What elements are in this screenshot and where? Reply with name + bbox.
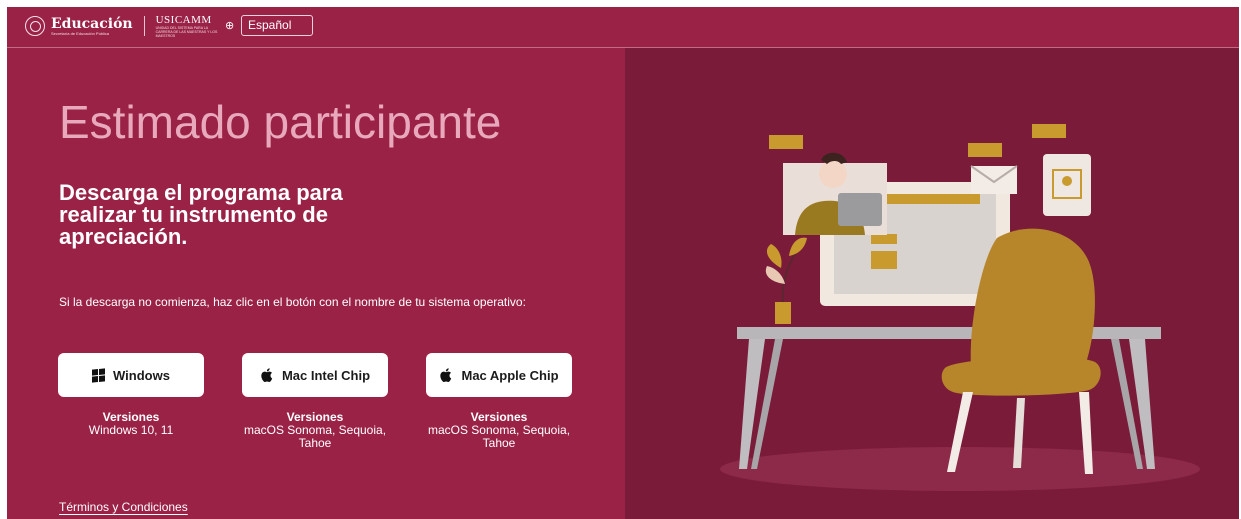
top-bar: Educación Secretaría de Educación Públic… — [7, 7, 1239, 48]
language-selector[interactable]: ⊕ Español — [225, 15, 313, 36]
mac-apple-versions: Versiones macOS Sonoma, Sequoia, Tahoe — [419, 411, 579, 450]
versions-text: Windows 10, 11 — [88, 423, 174, 437]
instructions-text: Si la descarga no comienza, haz clic en … — [59, 295, 526, 309]
terms-link[interactable]: Términos y Condiciones — [59, 500, 188, 514]
mac-apple-download-button[interactable]: Mac Apple Chip — [426, 353, 572, 397]
windows-download-button[interactable]: Windows — [58, 353, 204, 397]
mac-apple-button-label: Mac Apple Chip — [461, 367, 559, 383]
mac-intel-versions: Versiones macOS Sonoma, Sequoia, Tahoe — [235, 411, 395, 450]
windows-button-label: Windows — [113, 367, 170, 383]
desk-illustration — [720, 124, 1200, 491]
mac-intel-button-label: Mac Intel Chip — [281, 367, 371, 383]
apple-icon — [440, 368, 452, 382]
usicamm-logo-subtext: UNIDAD DEL SISTEMA PARA LA CARRERA DE LA… — [155, 26, 218, 38]
illustration-panel — [625, 48, 1239, 519]
page-title: Estimado participante — [59, 96, 502, 148]
windows-versions: Versiones Windows 10, 11 — [51, 411, 211, 437]
app-frame: Educación Secretaría de Educación Públic… — [7, 7, 1239, 519]
mac-intel-download-button[interactable]: Mac Intel Chip — [242, 353, 388, 397]
page-subtitle: Descarga el programa para realizar tu in… — [59, 180, 343, 249]
versions-text: macOS Sonoma, Sequoia, Tahoe — [427, 423, 571, 450]
logo-divider — [143, 16, 145, 36]
versions-text: macOS Sonoma, Sequoia, Tahoe — [243, 423, 387, 450]
sep-logo[interactable]: Educación Secretaría de Educación Públic… — [25, 14, 226, 38]
apple-icon — [261, 368, 273, 382]
globe-icon: ⊕ — [225, 19, 235, 32]
windows-icon — [92, 367, 106, 383]
seal-icon — [25, 16, 45, 36]
language-select[interactable]: Español — [241, 15, 313, 36]
logo-text: Educación — [51, 15, 133, 32]
usicamm-logo-text: USICAMM — [155, 14, 212, 26]
left-panel: Estimado participante Descarga el progra… — [7, 48, 625, 519]
